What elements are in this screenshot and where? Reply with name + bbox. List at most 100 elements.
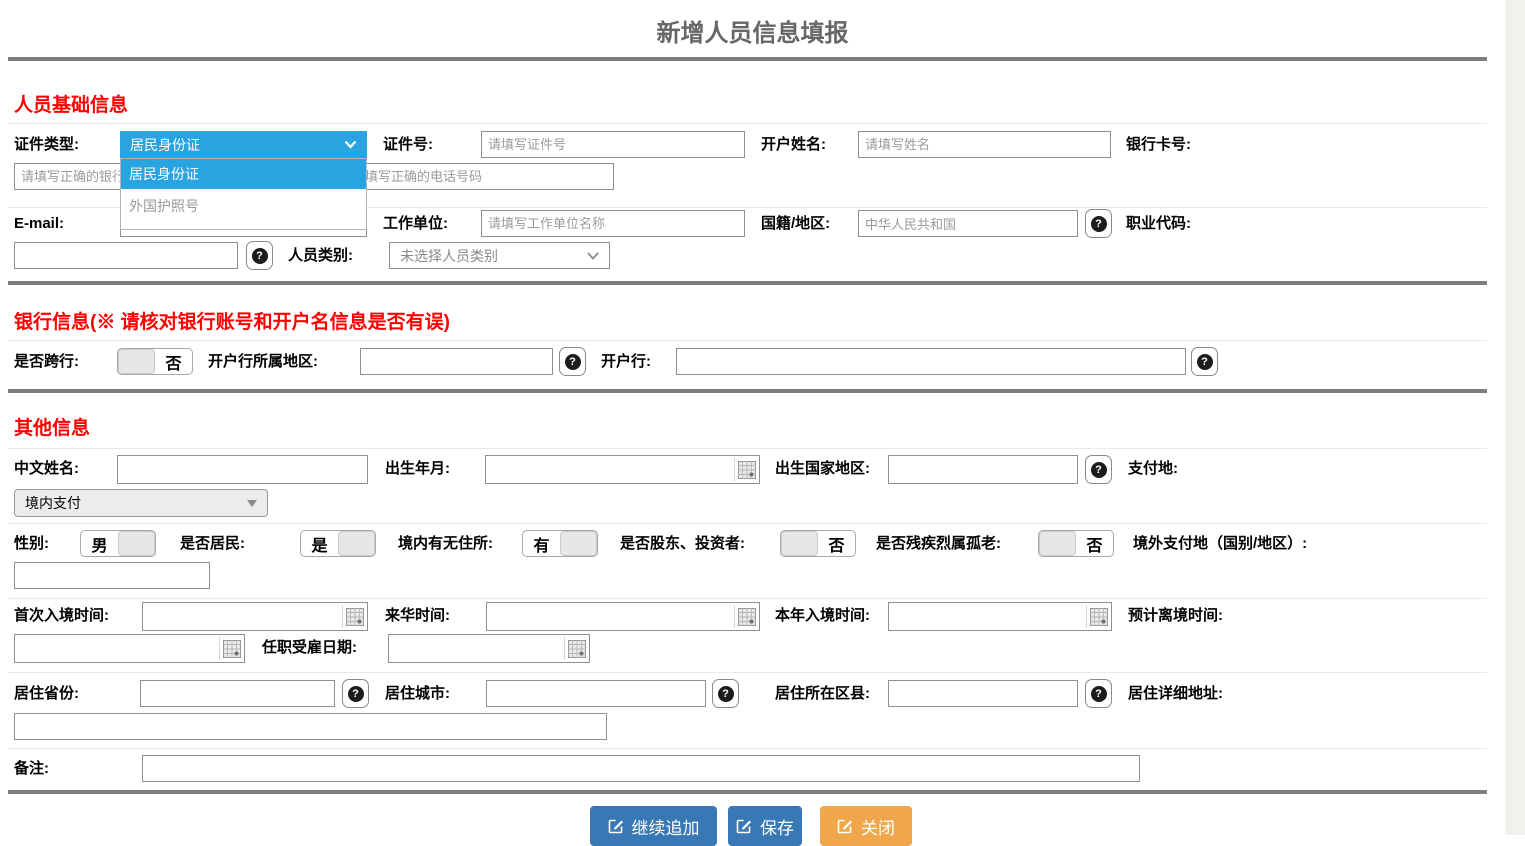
row-separator bbox=[8, 748, 1487, 749]
id-type-option-resident-id[interactable]: 居民身份证 bbox=[121, 159, 366, 189]
toggle-knob bbox=[338, 531, 375, 556]
entry-this-year-date-input[interactable] bbox=[888, 602, 1112, 631]
help-icon: ? bbox=[1091, 216, 1107, 232]
gender-toggle[interactable]: 男 bbox=[80, 530, 156, 557]
id-type-selected-value: 居民身份证 bbox=[130, 135, 200, 155]
calendar-icon[interactable] bbox=[1086, 605, 1108, 628]
bank-region-help-button[interactable]: ? bbox=[559, 347, 586, 376]
district-input[interactable] bbox=[888, 680, 1078, 707]
remark-label: 备注: bbox=[14, 755, 49, 783]
toggle-knob bbox=[1039, 531, 1076, 556]
section-heading-basic: 人员基础信息 bbox=[14, 90, 128, 117]
pay-place-selected-value: 境内支付 bbox=[25, 493, 81, 513]
city-help-button[interactable]: ? bbox=[712, 679, 739, 708]
calendar-icon[interactable] bbox=[342, 605, 364, 628]
employer-label: 工作单位: bbox=[383, 210, 448, 238]
toggle-knob bbox=[118, 349, 155, 374]
bank-branch-help-button[interactable]: ? bbox=[1191, 347, 1218, 376]
row-separator bbox=[8, 523, 1487, 524]
help-icon: ? bbox=[252, 248, 268, 264]
first-entry-label: 首次入境时间: bbox=[14, 602, 109, 630]
is-shareholder-toggle[interactable]: 否 bbox=[780, 530, 856, 557]
chinese-name-label: 中文姓名: bbox=[14, 455, 79, 483]
divider bbox=[8, 57, 1487, 61]
person-category-select[interactable]: 未选择人员类别 bbox=[389, 242, 610, 269]
nationality-help-button[interactable]: ? bbox=[1085, 209, 1112, 238]
triangle-down-icon bbox=[247, 500, 257, 507]
email-label: E-mail: bbox=[14, 210, 64, 238]
city-label: 居住城市: bbox=[385, 680, 450, 708]
is-shareholder-toggle-value: 否 bbox=[818, 531, 855, 556]
nationality-input[interactable] bbox=[858, 210, 1078, 237]
overseas-pay-place-label: 境外支付地（国别/地区）: bbox=[1133, 530, 1307, 558]
overseas-pay-place-input[interactable] bbox=[14, 562, 210, 589]
calendar-icon[interactable] bbox=[564, 637, 586, 660]
calendar-icon[interactable] bbox=[734, 605, 756, 628]
continue-add-button[interactable]: 继续追加 bbox=[590, 806, 717, 846]
city-input[interactable] bbox=[486, 680, 706, 707]
birth-country-input[interactable] bbox=[888, 455, 1078, 484]
bank-region-input[interactable] bbox=[360, 348, 553, 375]
id-number-input[interactable] bbox=[481, 131, 745, 158]
row-separator bbox=[8, 340, 1487, 341]
chevron-down-icon bbox=[344, 140, 357, 149]
entry-this-year-label: 本年入境时间: bbox=[775, 602, 870, 630]
pay-place-select[interactable]: 境内支付 bbox=[14, 489, 268, 517]
gender-toggle-value: 男 bbox=[81, 531, 118, 556]
id-type-select[interactable]: 居民身份证 bbox=[120, 131, 367, 158]
occupation-code-input[interactable] bbox=[14, 242, 238, 269]
province-input[interactable] bbox=[140, 680, 335, 707]
account-name-label: 开户姓名: bbox=[761, 131, 826, 159]
toggle-knob bbox=[781, 531, 818, 556]
divider bbox=[8, 389, 1487, 393]
row-separator bbox=[8, 672, 1487, 673]
district-help-button[interactable]: ? bbox=[1085, 679, 1112, 708]
bank-branch-label: 开户行: bbox=[601, 348, 651, 376]
remark-input[interactable] bbox=[142, 755, 1140, 782]
close-button[interactable]: 关闭 bbox=[820, 806, 912, 846]
is-shareholder-label: 是否股东、投资者: bbox=[620, 530, 745, 558]
cross-bank-toggle[interactable]: 否 bbox=[117, 348, 193, 375]
is-resident-toggle[interactable]: 是 bbox=[300, 530, 376, 557]
save-button[interactable]: 保存 bbox=[728, 806, 802, 846]
help-icon: ? bbox=[1091, 686, 1107, 702]
employment-date-label: 任职受雇日期: bbox=[262, 634, 357, 662]
toggle-knob bbox=[118, 531, 155, 556]
row-separator bbox=[8, 598, 1487, 599]
address-label: 居住详细地址: bbox=[1128, 680, 1223, 708]
nationality-label: 国籍/地区: bbox=[761, 210, 830, 238]
employer-input[interactable] bbox=[481, 210, 745, 237]
address-input[interactable] bbox=[14, 713, 607, 740]
birth-country-help-button[interactable]: ? bbox=[1085, 455, 1112, 484]
occupation-code-label: 职业代码: bbox=[1126, 210, 1191, 238]
arrival-date-input[interactable] bbox=[486, 602, 760, 631]
occupation-code-help-button[interactable]: ? bbox=[246, 241, 273, 270]
first-entry-date-input[interactable] bbox=[142, 602, 368, 631]
account-name-input[interactable] bbox=[858, 131, 1111, 158]
domestic-residence-toggle[interactable]: 有 bbox=[522, 530, 598, 557]
help-icon: ? bbox=[348, 686, 364, 702]
expected-departure-date-input[interactable] bbox=[14, 634, 245, 663]
page-background-strip bbox=[1505, 0, 1525, 835]
is-disabled-label: 是否残疾烈属孤老: bbox=[876, 530, 1001, 558]
is-disabled-toggle[interactable]: 否 bbox=[1038, 530, 1114, 557]
district-label: 居住所在区县: bbox=[775, 680, 870, 708]
toggle-knob bbox=[560, 531, 597, 556]
chinese-name-input[interactable] bbox=[117, 455, 368, 484]
calendar-icon[interactable] bbox=[734, 458, 756, 481]
id-type-option-foreign-passport[interactable]: 外国护照号 bbox=[121, 191, 366, 221]
birth-country-label: 出生国家地区: bbox=[775, 455, 870, 483]
id-type-label: 证件类型: bbox=[14, 131, 79, 159]
employment-date-input[interactable] bbox=[388, 634, 590, 663]
page-title: 新增人员信息填报 bbox=[0, 13, 1505, 48]
calendar-icon[interactable] bbox=[219, 637, 241, 660]
bank-card-label: 银行卡号: bbox=[1126, 131, 1191, 159]
bank-branch-input[interactable] bbox=[676, 348, 1186, 375]
province-help-button[interactable]: ? bbox=[342, 679, 369, 708]
birth-month-input[interactable] bbox=[485, 455, 760, 484]
is-disabled-toggle-value: 否 bbox=[1076, 531, 1113, 556]
row-separator bbox=[8, 448, 1487, 449]
arrival-time-label: 来华时间: bbox=[385, 602, 450, 630]
phone-input[interactable] bbox=[345, 163, 614, 190]
edit-icon bbox=[837, 818, 853, 834]
